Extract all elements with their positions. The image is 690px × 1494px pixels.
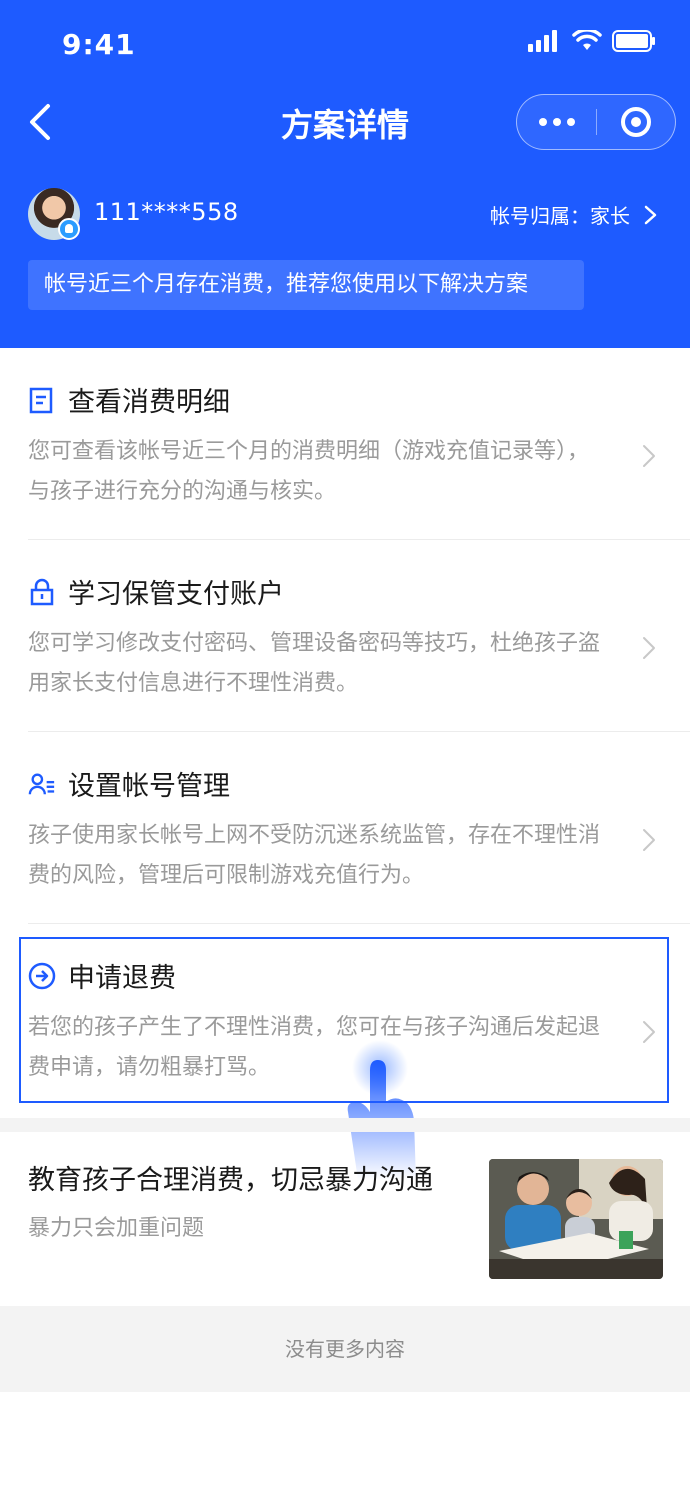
divider: [28, 923, 690, 924]
wifi-icon: [572, 30, 602, 50]
account-owner: 帐号归属：家长: [490, 204, 630, 228]
more-button[interactable]: [517, 95, 596, 149]
account-row[interactable]: 111****558 帐号归属：家长: [28, 188, 662, 242]
chevron-right-icon: [644, 205, 657, 225]
option-desc: 孩子使用家长帐号上网不受防沉迷系统监管，存在不理性消费的风险，管理后可限制游戏充…: [28, 823, 601, 888]
divider: [28, 731, 690, 732]
battery-icon: [612, 30, 655, 52]
option-title: 设置帐号管理: [68, 771, 230, 802]
footer-no-more: 没有更多内容: [0, 1306, 690, 1392]
option-title: 学习保管支付账户: [68, 579, 284, 610]
more-dot: [552, 118, 561, 126]
notice-banner: 帐号近三个月存在消费，推荐您使用以下解决方案: [28, 260, 584, 310]
more-dots-icon: [538, 118, 547, 126]
status-time: 9:41: [62, 28, 136, 61]
divider: [28, 539, 690, 540]
status-icons: [528, 30, 656, 52]
option-consumption-detail[interactable]: 查看消费明细 您可查看该帐号近三个月的消费明细（游戏充值记录等），与孩子进行充分…: [28, 380, 662, 520]
more-dot: [566, 118, 575, 126]
avatar: [28, 188, 80, 240]
family-photo-image: [489, 1159, 663, 1279]
option-account-management[interactable]: 设置帐号管理 孩子使用家长帐号上网不受防沉迷系统监管，存在不理性消费的风险，管理…: [28, 764, 662, 904]
chevron-right-icon: [643, 637, 655, 659]
signal-icon: [528, 30, 557, 52]
chevron-right-icon: [643, 1021, 655, 1043]
account-id: 111****558: [94, 198, 239, 226]
option-title: 申请退费: [68, 963, 176, 994]
article-thumbnail: [489, 1159, 663, 1279]
option-desc: 您可学习修改支付密码、管理设备密码等技巧，杜绝孩子盗用家长支付信息进行不理性消费…: [28, 631, 601, 696]
capsule-menu: [516, 94, 676, 150]
section-gap: [0, 1118, 690, 1132]
option-desc: 您可查看该帐号近三个月的消费明细（游戏充值记录等），与孩子进行充分的沟通与核实。: [28, 439, 590, 504]
option-payment-security[interactable]: 学习保管支付账户 您可学习修改支付密码、管理设备密码等技巧，杜绝孩子盗用家长支付…: [28, 572, 662, 712]
article-title: 教育孩子合理消费，切忌暴力沟通: [28, 1165, 433, 1196]
user-settings-icon: [28, 773, 55, 795]
close-miniprogram-button[interactable]: [597, 95, 675, 149]
chevron-right-icon: [643, 829, 655, 851]
chevron-right-icon: [643, 445, 655, 467]
document-icon: [29, 387, 53, 414]
status-bar: 9:41: [0, 0, 690, 90]
option-title: 查看消费明细: [68, 387, 230, 418]
article-subtitle: 暴力只会加重问题: [28, 1216, 205, 1241]
option-desc: 若您的孩子产生了不理性消费，您可在与孩子沟通后发起退费申请，请勿粗暴打骂。: [28, 1015, 601, 1080]
qq-badge-icon: [58, 218, 80, 240]
lock-icon: [30, 578, 54, 606]
target-icon: [621, 107, 651, 137]
header: 9:41 方案详情 111****558 帐号归属：家长 帐号近三个月存在消费，…: [0, 0, 690, 348]
arrow-circle-icon: [28, 962, 56, 990]
nav-bar: 方案详情: [0, 90, 690, 154]
